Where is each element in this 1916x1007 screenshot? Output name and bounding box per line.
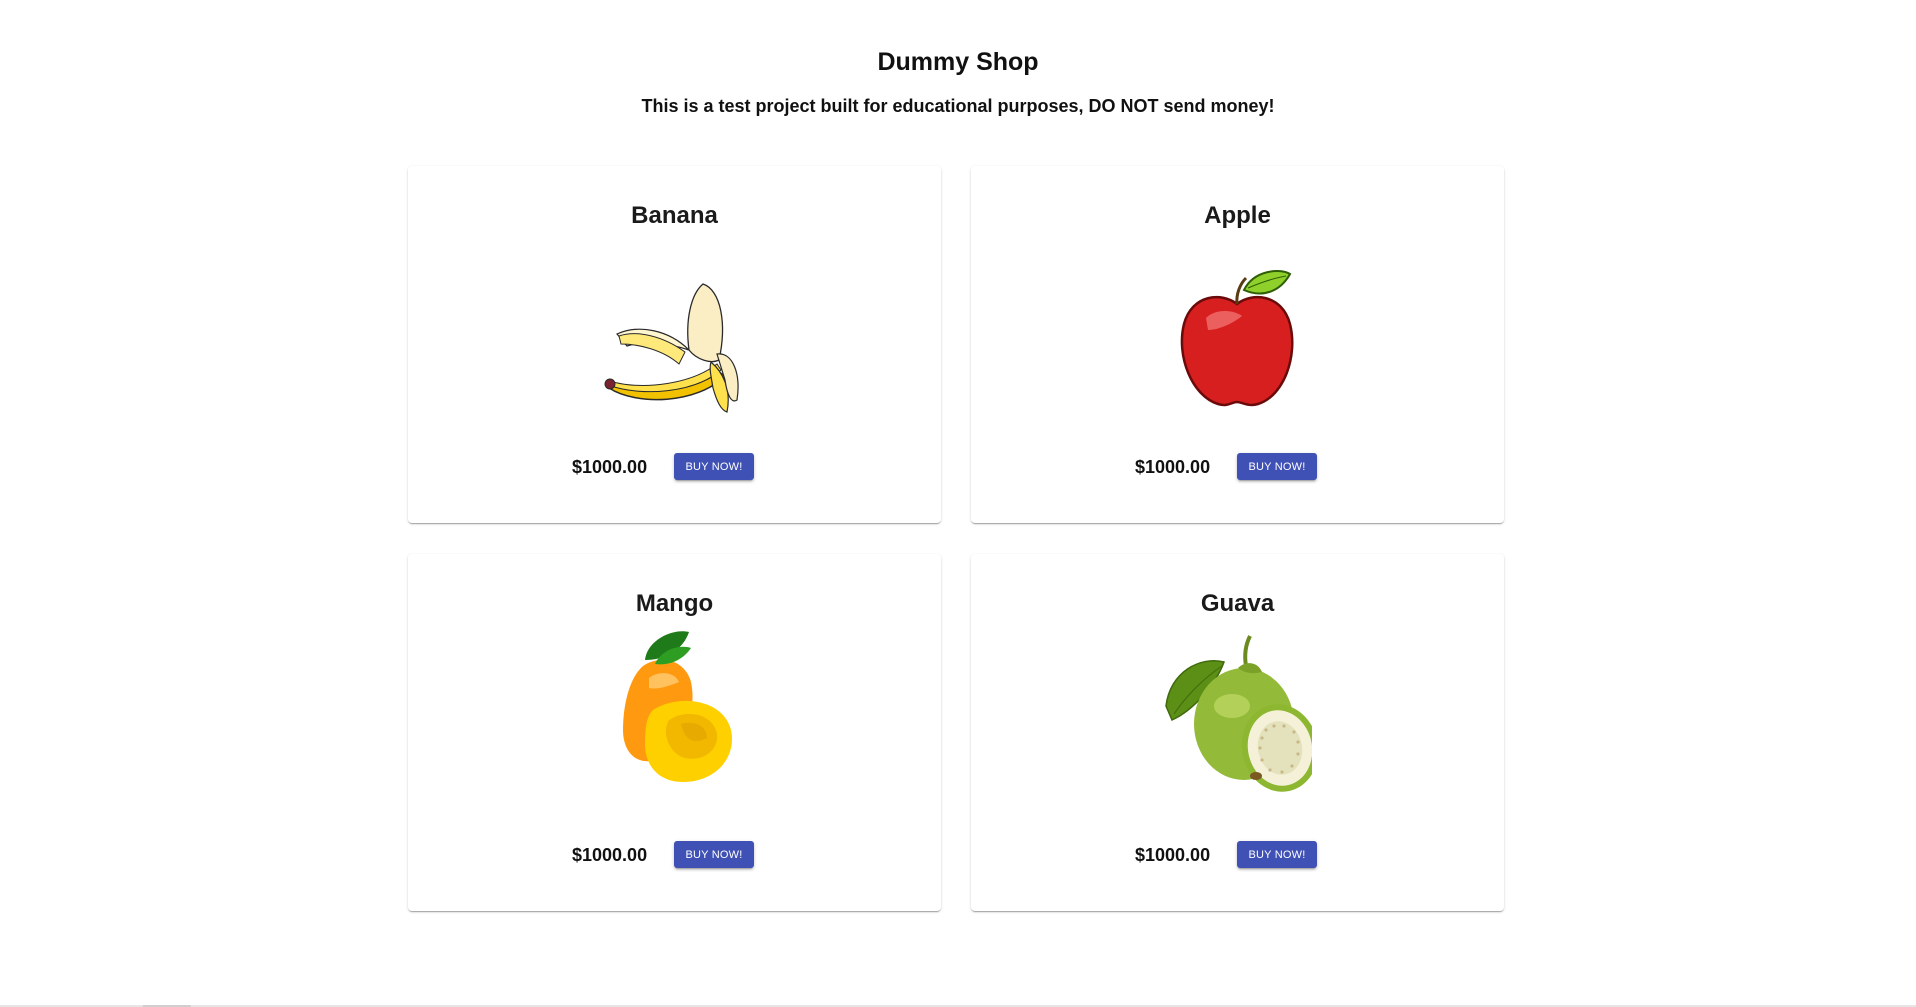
buy-now-button[interactable]: BUY NOW! [674, 841, 754, 868]
product-card-apple: Apple $1000.00 BUY NOW! [971, 166, 1504, 523]
product-title: Guava [1200, 590, 1275, 617]
mango-image [599, 626, 749, 806]
product-footer: $1000.00 BUY NOW! [408, 841, 941, 871]
product-card-guava: Guava $1000.00 BUY NOW! [971, 554, 1504, 911]
guava-image [1162, 626, 1312, 806]
product-footer: $1000.00 BUY NOW! [971, 453, 1504, 483]
product-price: $1000.00 [572, 845, 648, 865]
product-price: $1000.00 [1135, 457, 1211, 477]
product-card-mango: Mango $1000.00 BUY NOW! [408, 554, 941, 911]
product-title: Apple [1204, 202, 1271, 229]
banana-image [599, 264, 749, 414]
apple-image [1162, 264, 1312, 414]
product-card-banana: Banana $1000.00 BUY NOW! [408, 166, 941, 523]
product-footer: $1000.00 BUY NOW! [408, 453, 941, 483]
page-title: Dummy Shop [877, 48, 1039, 76]
page-subtitle: This is a test project built for educati… [641, 96, 1275, 116]
product-grid: Banana $1000.00 BUY NOW! Apple $1000.00 … [408, 166, 1505, 913]
product-price: $1000.00 [1135, 845, 1211, 865]
buy-now-button[interactable]: BUY NOW! [674, 453, 754, 480]
product-title: Mango [635, 590, 714, 617]
product-footer: $1000.00 BUY NOW! [971, 841, 1504, 871]
product-title: Banana [631, 202, 718, 229]
buy-now-button[interactable]: BUY NOW! [1237, 453, 1317, 480]
buy-now-button[interactable]: BUY NOW! [1237, 841, 1317, 868]
product-price: $1000.00 [572, 457, 648, 477]
